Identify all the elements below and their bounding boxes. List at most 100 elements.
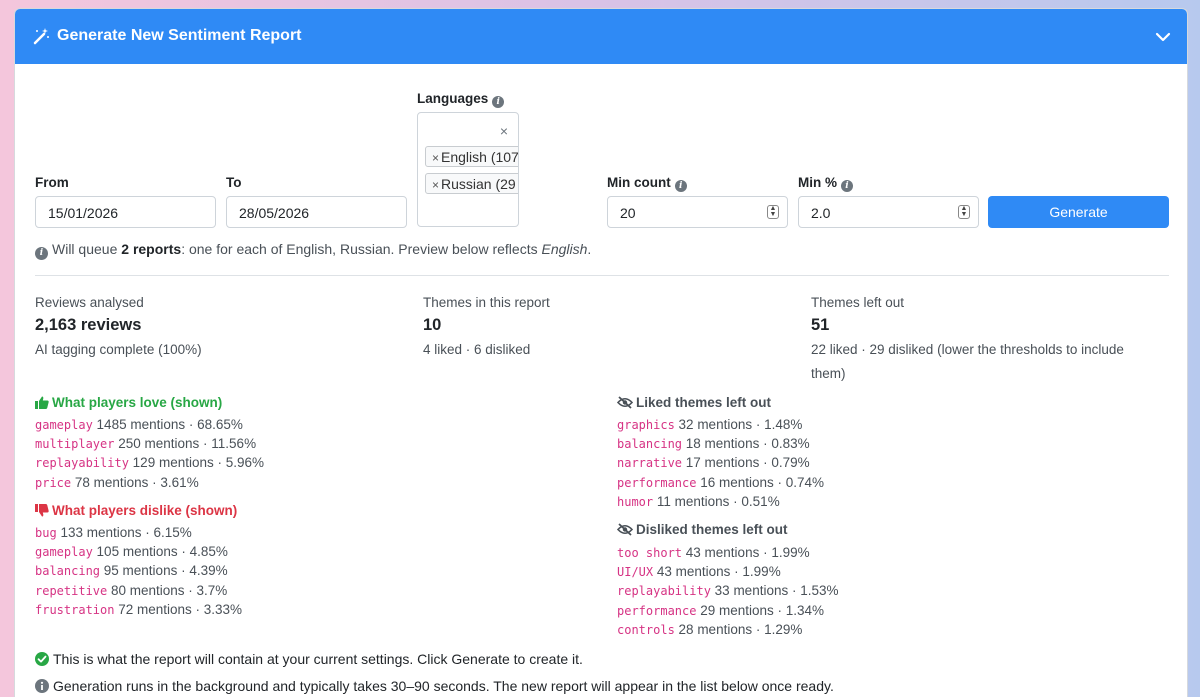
queue-note-prefix: Will queue: [52, 241, 122, 257]
min-pct-input[interactable]: 2.0 ▲ ▼: [798, 196, 979, 228]
chip-label: Russian (29: [441, 176, 516, 192]
to-label: To: [226, 175, 242, 190]
languages-label-text: Languages: [417, 91, 489, 106]
queue-note-middle: : one for each of English, Russian. Prev…: [181, 241, 542, 257]
to-date-input[interactable]: 28/05/2026: [226, 196, 407, 228]
min-count-label-text: Min count: [607, 175, 671, 190]
reviews-label: Reviews analysed: [35, 295, 144, 310]
thumbs-up-icon: [35, 396, 49, 409]
dislike-heading: What players dislike (shown): [35, 503, 237, 518]
list-item: multiplayer 250 mentions · 11.56%: [35, 436, 264, 455]
timing-note: Generation runs in the background and ty…: [35, 678, 834, 694]
min-pct-label: Min % i: [798, 175, 853, 192]
stepper-icon[interactable]: ▲ ▼: [958, 205, 970, 219]
theme-stats: 1485 mentions · 68.65%: [92, 417, 243, 432]
language-chip-russian[interactable]: × Russian (29: [425, 173, 518, 194]
list-item: performance 29 mentions · 1.34%: [617, 603, 839, 622]
info-icon[interactable]: i: [841, 180, 853, 192]
reviews-sub: AI tagging complete (100%): [35, 342, 202, 357]
remove-chip-icon[interactable]: ×: [432, 178, 439, 192]
theme-name: frustration: [35, 602, 115, 617]
report-card: Generate New Sentiment Report From 15/01…: [14, 8, 1188, 697]
list-item: balancing 18 mentions · 0.83%: [617, 436, 824, 455]
list-item: gameplay 105 mentions · 4.85%: [35, 544, 242, 563]
theme-stats: 72 mentions · 3.33%: [114, 601, 243, 617]
dislike-list: bug 133 mentions · 6.15% gameplay 105 me…: [35, 525, 242, 621]
min-pct-value: 2.0: [811, 205, 831, 221]
stepper-icon[interactable]: ▲ ▼: [767, 205, 779, 219]
info-icon[interactable]: i: [674, 180, 687, 192]
themes-value: 10: [423, 316, 442, 334]
left-out-sub: 22 liked · 29 disliked (lower the thresh…: [811, 342, 1124, 381]
info-icon[interactable]: i: [492, 96, 505, 108]
liked-out-list: graphics 32 mentions · 1.48% balancing 1…: [617, 417, 824, 513]
chip-label: English (107: [441, 149, 519, 165]
card-header[interactable]: Generate New Sentiment Report: [15, 9, 1187, 64]
liked-out-heading: Liked themes left out: [616, 395, 772, 410]
queue-note-suffix: .: [587, 241, 592, 257]
min-pct-label-text: Min %: [798, 175, 837, 190]
love-list: gameplay 1485 mentions · 68.65% multipla…: [35, 417, 264, 494]
theme-stats: 133 mentions · 6.15%: [56, 525, 192, 540]
theme-stats: 43 mentions · 1.99%: [682, 545, 810, 560]
themes-label: Themes in this report: [423, 295, 550, 310]
min-count-label: Min count i: [607, 175, 687, 192]
preview-note: This is what the report will contain at …: [35, 651, 583, 667]
theme-name: balancing: [35, 564, 101, 579]
eye-slash-icon: [616, 523, 634, 536]
theme-name: replayability: [35, 456, 129, 471]
eye-slash-icon: [616, 396, 634, 409]
list-item: frustration 72 mentions · 3.33%: [35, 602, 242, 621]
list-item: replayability 33 mentions · 1.53%: [617, 583, 839, 602]
theme-stats: 28 mentions · 1.29%: [674, 621, 803, 637]
list-item: controls 28 mentions · 1.29%: [617, 622, 839, 641]
remove-chip-icon[interactable]: ×: [432, 151, 439, 165]
theme-stats: 250 mentions · 11.56%: [114, 436, 257, 452]
list-item: replayability 129 mentions · 5.96%: [35, 455, 264, 474]
theme-name: bug: [35, 526, 57, 540]
languages-multiselect[interactable]: × × English (107 × Russian (29: [417, 112, 519, 227]
theme-name: controls: [617, 622, 675, 637]
language-chip-english[interactable]: × English (107: [425, 146, 519, 167]
queue-note-count: 2 reports: [121, 241, 182, 257]
list-item: UI/UX 43 mentions · 1.99%: [617, 564, 839, 583]
theme-stats: 17 mentions · 0.79%: [682, 455, 810, 471]
list-item: humor 11 mentions · 0.51%: [617, 494, 824, 513]
list-item: repetitive 80 mentions · 3.7%: [35, 583, 242, 602]
theme-name: graphics: [617, 418, 675, 432]
theme-stats: 32 mentions · 1.48%: [674, 417, 803, 432]
chevron-down-icon[interactable]: [1155, 29, 1171, 45]
theme-stats: 78 mentions · 3.61%: [71, 474, 199, 490]
theme-stats: 29 mentions · 1.34%: [696, 602, 825, 618]
languages-label: Languages i: [417, 91, 505, 108]
theme-name: performance: [617, 603, 697, 618]
list-item: bug 133 mentions · 6.15%: [35, 525, 242, 544]
queue-note: i Will queue 2 reports: one for each of E…: [35, 241, 591, 260]
min-count-value: 20: [620, 205, 636, 221]
theme-stats: 11 mentions · 0.51%: [653, 493, 780, 509]
min-count-input[interactable]: 20 ▲ ▼: [607, 196, 788, 228]
disliked-out-heading: Disliked themes left out: [616, 522, 788, 537]
list-item: balancing 95 mentions · 4.39%: [35, 563, 242, 582]
theme-name: price: [35, 475, 72, 490]
info-circle-icon: [35, 679, 49, 693]
check-circle-icon: [35, 652, 49, 666]
from-label: From: [35, 175, 69, 190]
liked-out-heading-text: Liked themes left out: [636, 395, 772, 410]
theme-name: narrative: [617, 456, 683, 471]
theme-stats: 33 mentions · 1.53%: [710, 583, 839, 599]
from-date-input[interactable]: 15/01/2026: [35, 196, 216, 228]
theme-name: UI/UX: [617, 565, 654, 580]
theme-stats: 80 mentions · 3.7%: [107, 582, 228, 598]
clear-all-icon[interactable]: ×: [500, 123, 508, 139]
list-item: too short 43 mentions · 1.99%: [617, 545, 839, 564]
divider: [35, 275, 1169, 276]
theme-stats: 95 mentions · 4.39%: [100, 563, 228, 579]
disliked-out-list: too short 43 mentions · 1.99% UI/UX 43 m…: [617, 545, 839, 641]
queue-note-language: English: [541, 241, 588, 257]
love-heading: What players love (shown): [35, 395, 222, 410]
theme-name: balancing: [617, 437, 683, 452]
list-item: performance 16 mentions · 0.74%: [617, 475, 824, 494]
magic-wand-icon: [33, 28, 49, 45]
generate-button[interactable]: Generate: [988, 196, 1169, 228]
